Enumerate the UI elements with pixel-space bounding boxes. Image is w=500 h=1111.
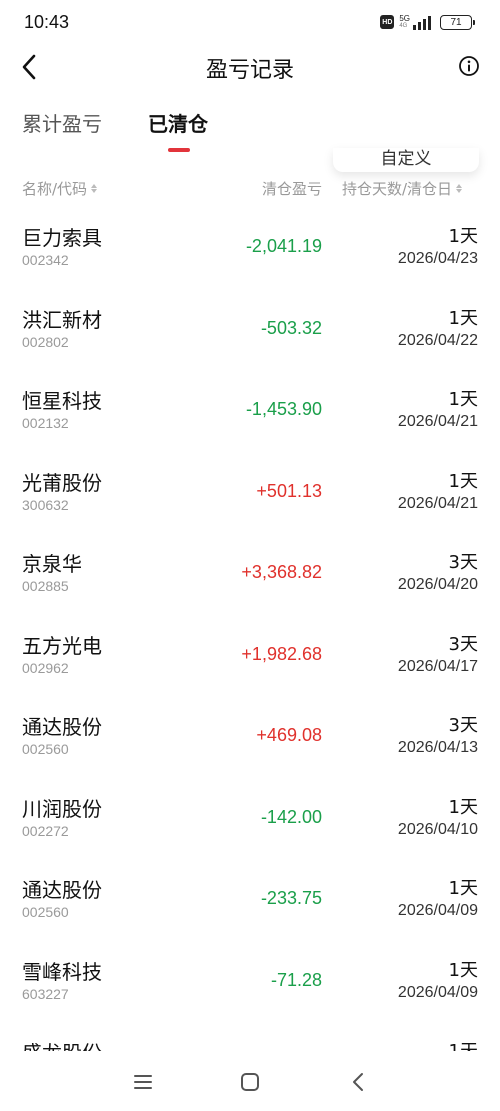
network-sub-label: 4G [399,23,408,29]
hold-days: 1天 [448,878,478,899]
stock-name: 盛龙股份 [22,1037,102,1051]
home-square-icon [241,1073,259,1091]
closed-pnl: +1,982.68 [241,643,322,664]
nav-bar: 盈亏记录 [0,46,500,88]
back-triangle-icon [353,1073,363,1091]
hd-icon: HD [380,15,395,29]
hold-days: 1天 [448,959,478,981]
list-item[interactable]: 五方光电 002962 +1,982.68 3天 2026/04/17 [0,604,500,686]
info-circle-icon [459,56,479,76]
closed-pnl: +469.08 [256,725,322,745]
list-item[interactable]: 洪汇新材 002802 -503.32 1天 2026/04/22 [0,278,500,360]
stock-name: 通达股份 [22,878,102,902]
close-date: 2026/04/20 [397,576,478,593]
tab-cumulative-pnl[interactable]: 累计盈亏 [22,108,102,137]
stock-code: 300632 [22,496,69,513]
custom-label: 自定义 [380,149,432,169]
stock-name: 京泉华 [22,552,82,576]
close-date: 2026/04/22 [397,331,478,349]
hold-days: 3天 [448,552,478,573]
system-back-button[interactable] [343,1067,373,1097]
stock-code: 002885 [22,578,69,594]
page-title: 盈亏记录 [205,58,294,83]
stock-code: 002802 [22,333,69,350]
stock-code: 002132 [22,415,69,431]
stock-name: 雪峰科技 [22,959,102,984]
closed-pnl: +3,368.82 [241,562,322,582]
custom-popover[interactable]: 自定义 [333,148,479,172]
stock-name: 通达股份 [22,715,102,739]
list-item[interactable]: 盛龙股份 1天 [0,1011,500,1051]
menu-lines-icon [134,1075,152,1089]
stock-name: 恒星科技 [22,389,102,413]
hold-days: 1天 [448,796,478,818]
battery-icon: 71 [440,14,475,30]
list-item[interactable]: 京泉华 002885 +3,368.82 3天 2026/04/20 [0,522,500,604]
close-date: 2026/04/21 [397,494,478,512]
status-bar: 10:43 HD 5G 4G 71 [0,0,500,46]
stock-code: 002560 [22,741,69,757]
hold-days: 1天 [449,1037,478,1051]
status-icons: HD 5G 4G 71 [380,14,475,30]
system-home-button[interactable] [235,1067,265,1097]
stock-name: 川润股份 [22,796,102,821]
close-date: 2026/04/17 [397,657,478,675]
close-date: 2026/04/13 [397,739,478,756]
status-time: 10:43 [24,12,70,32]
close-date: 2026/04/09 [397,902,478,919]
list-item[interactable]: 巨力索具 002342 -2,041.19 1天 2026/04/23 [0,196,500,278]
stock-code: 002272 [22,822,69,839]
hold-days: 1天 [448,389,478,410]
closed-pnl: -503.32 [260,317,322,338]
signal-icon: 5G 4G [399,14,431,30]
close-date: 2026/04/23 [397,250,478,267]
list-item[interactable]: 通达股份 002560 +469.08 3天 2026/04/13 [0,685,500,767]
stock-name: 五方光电 [22,633,102,658]
list-item[interactable]: 恒星科技 002132 -1,453.90 1天 2026/04/21 [0,359,500,441]
list-item[interactable]: 光莆股份 300632 +501.13 1天 2026/04/21 [0,441,500,523]
closed-position-list: 巨力索具 002342 -2,041.19 1天 2026/04/23 洪汇新材… [0,196,500,1051]
hold-days: 3天 [448,715,478,736]
hold-days: 3天 [448,633,478,655]
stock-code: 002342 [22,252,69,268]
stock-code: 002962 [22,659,69,676]
system-nav-bar [0,1051,500,1111]
closed-pnl: -2,041.19 [245,236,322,256]
stock-name: 光莆股份 [22,470,102,495]
info-button[interactable] [458,55,480,77]
stock-name: 巨力索具 [22,226,102,250]
close-date: 2026/04/21 [397,413,478,430]
battery-level: 71 [450,16,462,28]
closed-pnl: -142.00 [260,806,322,827]
network-type-label: 5G [399,14,410,23]
closed-pnl: +501.13 [256,480,322,501]
sort-icon [91,184,98,193]
list-item[interactable]: 通达股份 002560 -233.75 1天 2026/04/09 [0,848,500,930]
stock-code: 002560 [22,904,69,920]
sort-icon [456,184,463,193]
close-date: 2026/04/09 [397,983,478,1001]
list-item[interactable]: 川润股份 002272 -142.00 1天 2026/04/10 [0,767,500,849]
hold-days: 1天 [448,226,478,247]
tab-active-indicator [168,148,190,152]
closed-pnl: -1,453.90 [245,399,322,419]
hold-days: 1天 [448,307,478,329]
stock-name: 洪汇新材 [22,307,102,332]
tab-closed-positions[interactable]: 已清仓 [148,108,208,137]
list-item[interactable]: 雪峰科技 603227 -71.28 1天 2026/04/09 [0,930,500,1012]
closed-pnl: -233.75 [260,888,322,908]
stock-code: 603227 [22,985,69,1002]
system-menu-button[interactable] [128,1067,158,1097]
hold-days: 1天 [448,470,478,492]
closed-pnl: -71.28 [270,969,322,990]
close-date: 2026/04/10 [397,820,478,838]
